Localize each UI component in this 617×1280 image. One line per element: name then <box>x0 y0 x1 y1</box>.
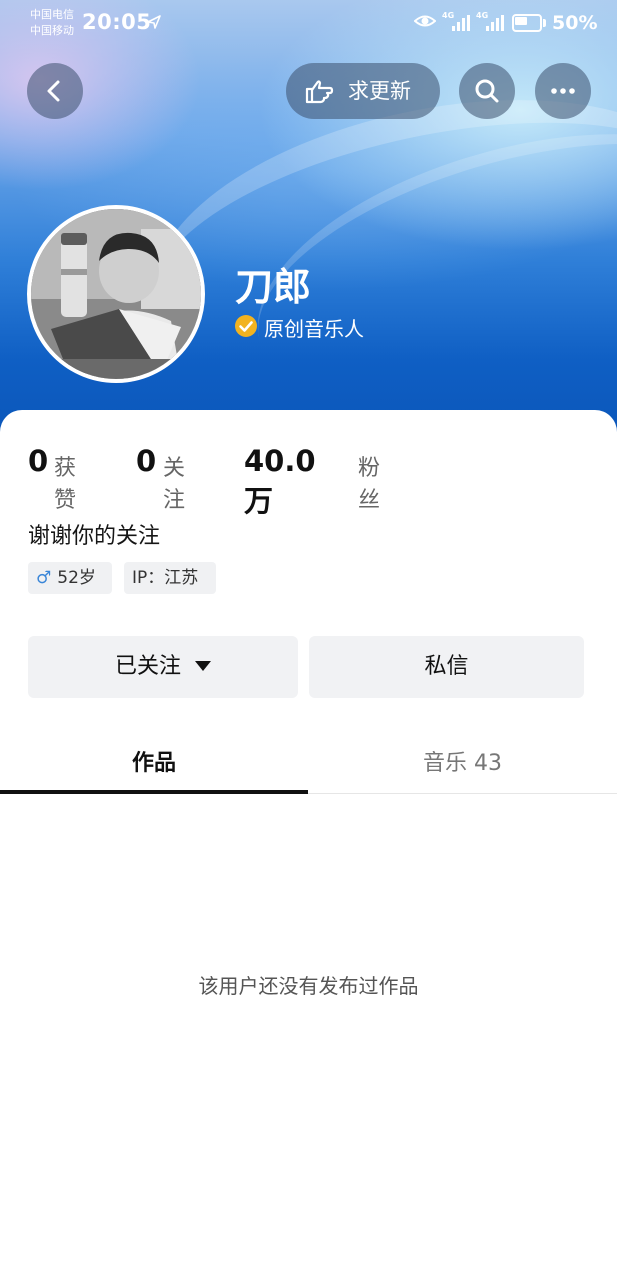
male-icon: ♂ <box>36 568 52 588</box>
gender-age-tag: ♂ 52岁 <box>28 562 112 594</box>
eye-icon <box>414 15 436 27</box>
empty-state-message: 该用户还没有发布过作品 <box>198 974 419 998</box>
signal-icon: 4G <box>442 11 470 33</box>
followers-count[interactable]: 40.0万 <box>244 444 316 520</box>
following-button-label: 已关注 <box>114 654 181 679</box>
back-button[interactable] <box>27 63 83 119</box>
verified-label: 原创音乐人 <box>264 317 364 341</box>
following-button[interactable]: 已关注 <box>28 636 298 698</box>
likes-count[interactable]: 0 <box>28 444 48 478</box>
search-icon <box>475 79 499 103</box>
followers-label: 粉丝 <box>358 456 381 513</box>
active-tab-indicator <box>0 790 308 794</box>
tab-works[interactable]: 作品 <box>0 744 308 784</box>
caret-down-icon <box>195 660 211 671</box>
status-time: 20:05 <box>82 10 152 34</box>
following-count[interactable]: 0 <box>136 444 156 478</box>
signal-icon: 4G <box>476 11 504 33</box>
chevron-left-icon <box>47 80 60 102</box>
avatar[interactable] <box>27 205 205 383</box>
battery-percent: 50% <box>552 12 598 34</box>
tab-divider <box>308 793 617 794</box>
verified-check-icon <box>235 315 257 337</box>
carrier-2: 中国移动 <box>30 24 74 37</box>
pointing-hand-icon <box>305 80 334 104</box>
more-dots-icon <box>551 88 575 94</box>
request-update-button[interactable]: 求更新 <box>286 63 440 119</box>
more-options-button[interactable] <box>535 63 591 119</box>
message-button-label: 私信 <box>424 654 469 679</box>
request-update-label: 求更新 <box>348 79 411 103</box>
profile-name: 刀郎 <box>235 265 312 309</box>
likes-label: 获赞 <box>54 456 77 513</box>
age-value: 52岁 <box>57 568 96 588</box>
carrier-names: 中国电信 中国移动 <box>30 7 74 39</box>
tab-music[interactable]: 音乐 43 <box>308 744 617 784</box>
message-button[interactable]: 私信 <box>309 636 584 698</box>
profile-bio: 谢谢你的关注 <box>28 524 161 549</box>
send-icon <box>147 15 161 29</box>
battery-icon <box>512 14 546 32</box>
carrier-1: 中国电信 <box>30 8 74 21</box>
profile-page: 中国电信 中国移动 20:05 4G 4G 50% 求更新 刀郎 原创音乐人 0… <box>0 0 617 1280</box>
status-bar: 中国电信 中国移动 20:05 4G 4G 50% <box>0 0 617 48</box>
ip-location-tag: IP：江苏 <box>124 562 216 594</box>
avatar-image <box>31 209 201 379</box>
following-label: 关注 <box>163 456 186 513</box>
search-button[interactable] <box>459 63 515 119</box>
